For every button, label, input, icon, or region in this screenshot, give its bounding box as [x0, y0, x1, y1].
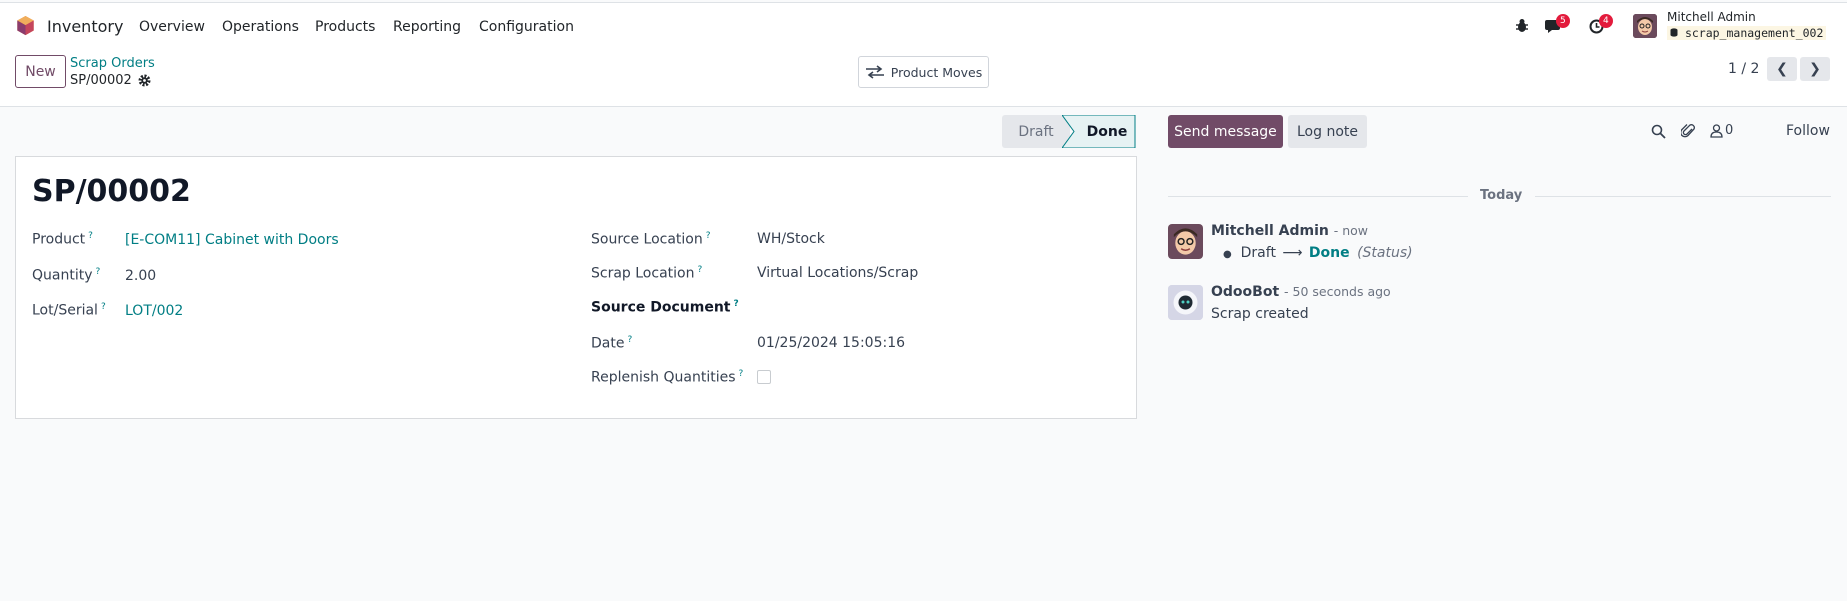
send-message-button[interactable]: Send message	[1168, 115, 1283, 148]
log-note-button[interactable]: Log note	[1288, 115, 1367, 148]
search-icon[interactable]	[1651, 124, 1666, 139]
odoobot-avatar[interactable]	[1168, 285, 1203, 320]
user-name[interactable]: Mitchell Admin	[1667, 10, 1756, 24]
breadcrumb-current: SP/00002	[70, 73, 132, 88]
lot-serial-label: Lot/Serial?	[32, 302, 106, 319]
scrap-location-field[interactable]: Virtual Locations/Scrap	[757, 265, 918, 281]
menu-overview[interactable]: Overview	[139, 19, 205, 35]
menu-configuration[interactable]: Configuration	[479, 19, 574, 35]
date-separator: Today	[1480, 188, 1523, 203]
paperclip-icon[interactable]	[1681, 123, 1696, 139]
lot-serial-field[interactable]: LOT/002	[125, 303, 183, 319]
help-icon: ?	[100, 302, 106, 312]
menu-products[interactable]: Products	[315, 19, 375, 35]
help-icon: ?	[627, 335, 633, 345]
date-separator-line	[1168, 196, 1468, 197]
message-author: OdooBot - 50 seconds ago	[1211, 284, 1391, 300]
chevron-left-icon: ❮	[1776, 61, 1788, 77]
database-label: scrap_management_002	[1684, 26, 1824, 40]
menu-operations[interactable]: Operations	[222, 19, 299, 35]
source-location-label: Source Location?	[591, 231, 711, 248]
followers-count: 0	[1725, 123, 1734, 138]
date-label: Date?	[591, 335, 633, 352]
follow-button[interactable]: Follow	[1786, 123, 1830, 139]
replenish-quantities-label: Replenish Quantities?	[591, 369, 744, 386]
source-location-field[interactable]: WH/Stock	[757, 231, 825, 247]
message-time: - 50 seconds ago	[1284, 284, 1391, 299]
quantity-label: Quantity?	[32, 267, 101, 284]
pager-next[interactable]: ❯	[1800, 57, 1830, 81]
control-panel: New Scrap Orders SP/00002 Product Moves …	[0, 49, 1847, 107]
pager-previous[interactable]: ❮	[1767, 57, 1797, 81]
user-avatar[interactable]	[1633, 14, 1657, 38]
gear-icon[interactable]	[138, 74, 151, 87]
message-author: Mitchell Admin - now	[1211, 223, 1369, 239]
help-icon: ?	[733, 299, 739, 309]
record-title: SP/00002	[32, 174, 191, 209]
product-moves-button[interactable]: Product Moves	[858, 56, 989, 88]
scrap-location-label: Scrap Location?	[591, 265, 703, 282]
pager-value[interactable]: 1 / 2	[1728, 61, 1759, 77]
product-field[interactable]: [E-COM11] Cabinet with Doors	[125, 232, 339, 248]
product-label: Product?	[32, 231, 93, 248]
help-icon: ?	[95, 267, 101, 277]
status-draft[interactable]: Draft	[1002, 115, 1070, 148]
replenish-quantities-checkbox[interactable]	[757, 370, 771, 384]
breadcrumb-parent[interactable]: Scrap Orders	[70, 56, 155, 71]
help-icon: ?	[697, 265, 703, 275]
tracking-value: ● Draft ⟶ Done (Status)	[1223, 245, 1413, 261]
database-icon	[1670, 28, 1678, 37]
date-separator-line	[1535, 196, 1831, 197]
form-sheet: SP/00002 Product? [E-COM11] Cabinet with…	[15, 156, 1137, 419]
help-icon: ?	[88, 231, 93, 241]
message-body: Scrap created	[1211, 306, 1309, 322]
date-field[interactable]: 01/25/2024 15:05:16	[757, 335, 905, 351]
quantity-field[interactable]: 2.00	[125, 268, 156, 284]
user-icon	[1710, 123, 1723, 138]
message-avatar[interactable]	[1168, 224, 1203, 259]
app-name[interactable]: Inventory	[47, 17, 123, 36]
bug-icon[interactable]	[1515, 18, 1529, 33]
product-moves-label: Product Moves	[890, 64, 983, 80]
source-document-label: Source Document?	[591, 299, 739, 316]
top-navbar: Inventory Overview Operations Products R…	[0, 2, 1847, 49]
transfer-icon	[865, 65, 884, 79]
help-icon: ?	[705, 231, 711, 241]
database-name: scrap_management_002	[1667, 26, 1827, 40]
message-time: - now	[1333, 223, 1369, 238]
activities-badge: 4	[1599, 14, 1613, 28]
status-done[interactable]: Done	[1078, 115, 1136, 148]
followers-button[interactable]: 0	[1710, 123, 1733, 138]
help-icon: ?	[738, 369, 744, 379]
new-button[interactable]: New	[15, 55, 66, 88]
chevron-right-icon: ❯	[1809, 61, 1821, 77]
menu-reporting[interactable]: Reporting	[393, 19, 461, 35]
app-logo-icon[interactable]	[16, 16, 35, 36]
messages-badge: 5	[1556, 14, 1570, 28]
